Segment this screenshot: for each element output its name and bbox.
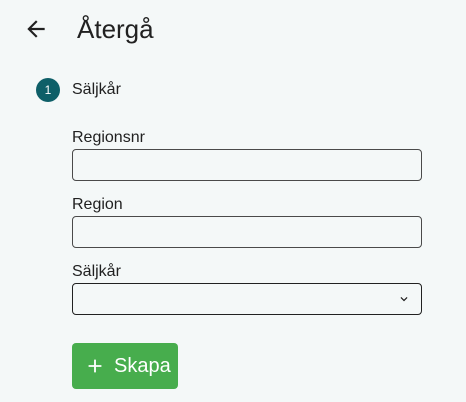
create-button[interactable]: Skapa	[72, 343, 178, 389]
page-title: Återgå	[77, 14, 154, 44]
arrow-left-icon	[27, 20, 45, 38]
region-label: Region	[72, 196, 123, 213]
step-number-badge: 1	[36, 78, 60, 102]
saljkar-select[interactable]	[72, 283, 422, 315]
back-button[interactable]	[20, 13, 52, 45]
step-indicator: 1 Säljkår	[36, 77, 121, 103]
regionsnr-input[interactable]	[72, 149, 422, 181]
step-label: Säljkår	[72, 81, 121, 98]
saljkar-label: Säljkår	[72, 263, 121, 280]
create-button-label: Skapa	[114, 354, 171, 377]
regionsnr-label: Regionsnr	[72, 129, 145, 146]
chevron-down-icon	[400, 297, 408, 302]
header: Återgå	[0, 0, 466, 58]
region-input[interactable]	[72, 216, 422, 248]
plus-icon	[88, 359, 102, 373]
